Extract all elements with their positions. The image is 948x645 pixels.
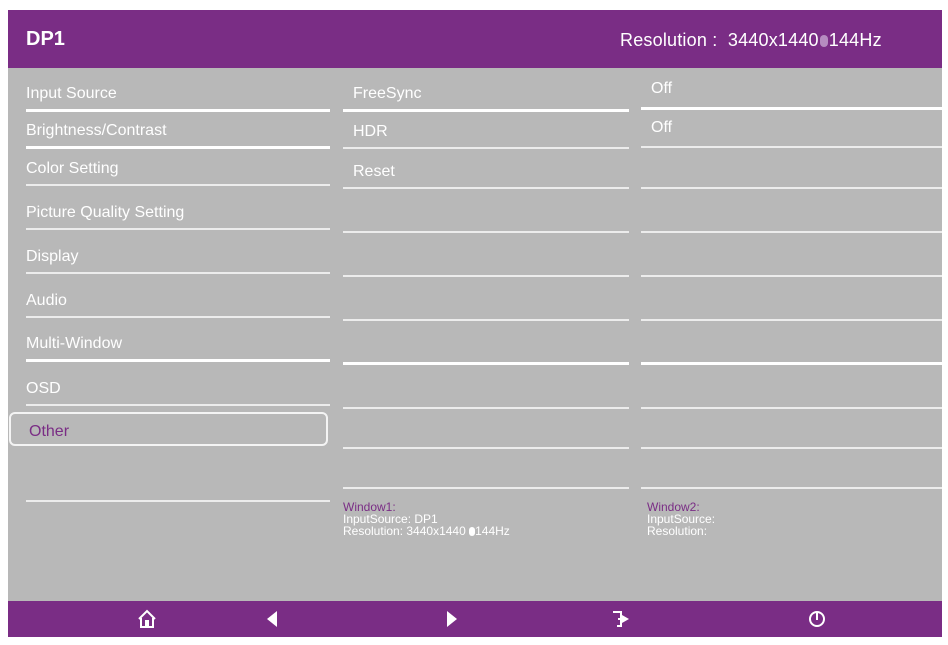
window2-info: Window2: InputSource: Resolution:	[647, 501, 715, 537]
right-button[interactable]	[422, 601, 482, 637]
value-hdr[interactable]: Off	[641, 110, 942, 148]
menu-item-label: Color Setting	[26, 160, 119, 177]
value-column: Off Off	[641, 68, 942, 489]
submenu: FreeSync HDR Reset	[343, 68, 629, 489]
submenu-item-reset[interactable]: Reset	[343, 149, 629, 189]
menu-item-input-source[interactable]: Input Source	[26, 68, 330, 112]
submenu-item-hdr[interactable]: HDR	[343, 112, 629, 149]
submenu-row-empty	[343, 277, 629, 321]
power-button[interactable]	[787, 601, 847, 637]
submenu-row-empty	[343, 189, 629, 233]
submenu-row-empty	[343, 449, 629, 489]
power-icon	[809, 611, 825, 627]
menu-item-label: Brightness/Contrast	[26, 122, 167, 139]
menu-item-display[interactable]: Display	[26, 230, 330, 274]
menu-item-multi-window[interactable]: Multi-Window	[26, 318, 330, 362]
menu-item-color-setting[interactable]: Color Setting	[26, 149, 330, 186]
left-button[interactable]	[242, 601, 302, 637]
window1-resolution-suffix: 144Hz	[475, 524, 510, 538]
menu-item-audio[interactable]: Audio	[26, 274, 330, 318]
submenu-row-empty	[343, 321, 629, 365]
at-dot-icon	[819, 35, 828, 47]
refresh-rate: 144Hz	[828, 30, 882, 50]
value-row-empty	[641, 365, 942, 409]
right-arrow-icon	[447, 611, 457, 627]
value-row-empty	[641, 409, 942, 449]
home-icon	[138, 609, 156, 628]
menu-item-label-selected: Other	[29, 423, 70, 440]
menu-item-label: Picture Quality Setting	[26, 204, 185, 221]
value-row-empty	[641, 277, 942, 321]
menu-item-picture-quality-setting[interactable]: Picture Quality Setting	[26, 186, 330, 230]
submenu-item-label: HDR	[353, 123, 388, 140]
menu-item-brightness-contrast[interactable]: Brightness/Contrast	[26, 112, 330, 149]
input-source-title: DP1	[26, 28, 65, 50]
value-row-empty	[641, 449, 942, 489]
menu-row-empty	[26, 450, 330, 502]
value-row-empty	[641, 189, 942, 233]
window1-resolution: Resolution: 3440x1440 144Hz	[343, 525, 510, 537]
menu-item-label: Multi-Window	[26, 335, 123, 352]
osd-window: DP1 Resolution : 3440x1440 144Hz Input So…	[8, 10, 942, 637]
home-button[interactable]	[117, 601, 177, 637]
resolution-label: Resolution :	[620, 30, 718, 50]
submenu-item-freesync[interactable]: FreeSync	[343, 68, 629, 112]
submenu-item-label: Reset	[353, 163, 395, 180]
exit-button[interactable]	[592, 601, 652, 637]
value-row-empty	[641, 148, 942, 189]
value-label: Off	[651, 119, 673, 136]
resolution-readout: Resolution : 3440x1440 144Hz	[620, 30, 882, 51]
footer-bar	[8, 601, 942, 637]
menu-item-label: OSD	[26, 380, 61, 397]
exit-icon	[613, 611, 629, 627]
window1-resolution-prefix: Resolution: 3440x1440	[343, 524, 466, 538]
value-row-empty	[641, 233, 942, 277]
window1-info: Window1: InputSource: DP1 Resolution: 34…	[343, 501, 510, 537]
menu-item-label: Input Source	[26, 85, 117, 102]
header-bar: DP1 Resolution : 3440x1440 144Hz	[8, 10, 942, 68]
window2-resolution: Resolution:	[647, 524, 708, 538]
resolution-value: 3440x1440	[727, 30, 819, 50]
submenu-row-empty	[343, 233, 629, 277]
submenu-row-empty	[343, 409, 629, 449]
menu-item-other[interactable]: Other	[9, 412, 328, 446]
value-label: Off	[651, 80, 673, 97]
submenu-item-label: FreeSync	[353, 85, 422, 102]
submenu-row-empty	[343, 365, 629, 409]
left-arrow-icon	[267, 611, 277, 627]
menu-item-osd[interactable]: OSD	[26, 362, 330, 406]
menu-item-label: Audio	[26, 292, 67, 309]
value-freesync[interactable]: Off	[641, 68, 942, 110]
menu-item-label: Display	[26, 248, 79, 265]
value-row-empty	[641, 321, 942, 365]
